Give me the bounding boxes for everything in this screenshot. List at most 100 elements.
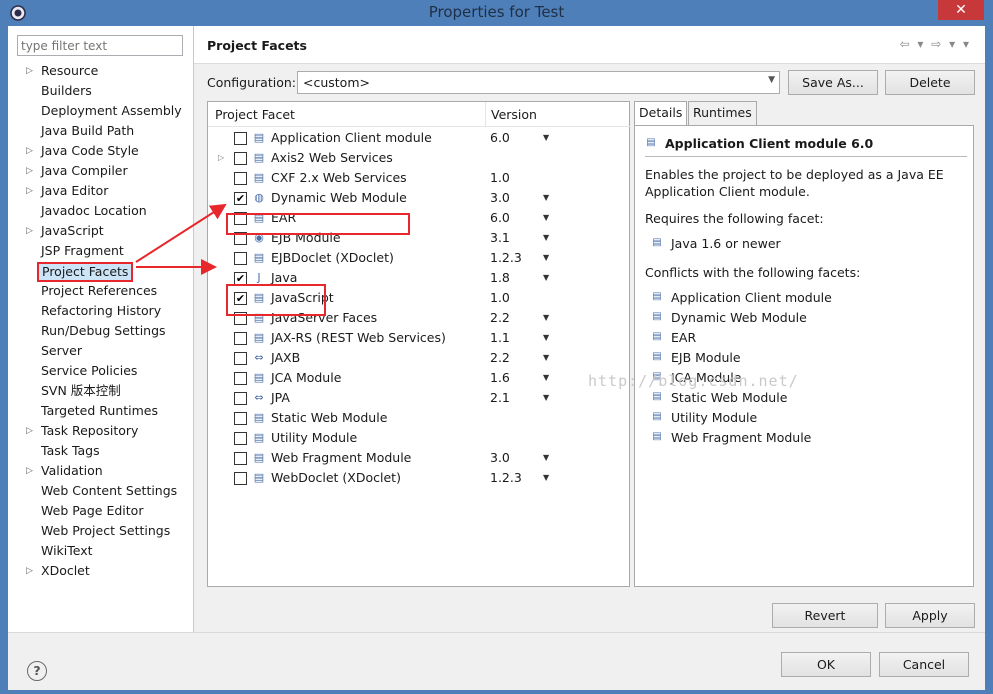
facet-version[interactable]: 1.0 [490,288,510,308]
expand-arrow-icon[interactable]: ▷ [26,141,36,161]
delete-button[interactable]: Delete [885,70,975,95]
tree-item-refactoring-history[interactable]: Refactoring History [8,301,194,321]
facet-row[interactable]: ▤ CXF 2.x Web Services 1.0 [208,168,629,188]
tree-item-xdoclet[interactable]: ▷ XDoclet [8,561,194,581]
version-dropdown-icon[interactable]: ▼ [543,248,549,268]
facet-version[interactable]: 1.6 [490,368,510,388]
facet-checkbox[interactable] [234,372,247,385]
tree-item-validation[interactable]: ▷ Validation [8,461,194,481]
facet-row[interactable]: ▤ JCA Module 1.6 ▼ [208,368,629,388]
facet-row[interactable]: ▤ Web Fragment Module 3.0 ▼ [208,448,629,468]
version-dropdown-icon[interactable]: ▼ [543,388,549,408]
configuration-select[interactable]: <custom> ▼ [297,71,780,94]
tab-runtimes[interactable]: Runtimes [688,101,757,125]
version-dropdown-icon[interactable]: ▼ [543,188,549,208]
facet-row[interactable]: ▤ EJBDoclet (XDoclet) 1.2.3 ▼ [208,248,629,268]
facet-version[interactable]: 1.2.3 [490,248,522,268]
tree-item-web-content-settings[interactable]: Web Content Settings [8,481,194,501]
facet-checkbox[interactable] [234,452,247,465]
facet-row[interactable]: ⇔ JPA 2.1 ▼ [208,388,629,408]
expand-arrow-icon[interactable]: ▷ [26,421,36,441]
facet-version[interactable]: 6.0 [490,128,510,148]
tree-item-task-repository[interactable]: ▷ Task Repository [8,421,194,441]
version-dropdown-icon[interactable]: ▼ [543,268,549,288]
tree-item-deployment-assembly[interactable]: Deployment Assembly [8,101,194,121]
version-dropdown-icon[interactable]: ▼ [543,128,549,148]
facet-checkbox[interactable] [234,392,247,405]
expand-arrow-icon[interactable]: ▷ [26,181,36,201]
tree-item-javascript[interactable]: ▷ JavaScript [8,221,194,241]
tree-item-svn[interactable]: SVN 版本控制 [8,381,194,401]
facet-row[interactable]: ✔ ◍ Dynamic Web Module 3.0 ▼ [208,188,629,208]
version-dropdown-icon[interactable]: ▼ [543,348,549,368]
facet-version[interactable]: 6.0 [490,208,510,228]
facet-row[interactable]: ⇔ JAXB 2.2 ▼ [208,348,629,368]
save-as-button[interactable]: Save As... [788,70,878,95]
facet-version[interactable]: 1.8 [490,268,510,288]
version-dropdown-icon[interactable]: ▼ [543,468,549,488]
history-nav-buttons[interactable]: ⇦ ▾ ⇨ ▾ ▾ [900,37,971,51]
version-dropdown-icon[interactable]: ▼ [543,228,549,248]
facet-row[interactable]: ▤ Application Client module 6.0 ▼ [208,128,629,148]
tree-item-web-project-settings[interactable]: Web Project Settings [8,521,194,541]
facet-version[interactable]: 3.1 [490,228,510,248]
filter-input[interactable] [18,36,182,55]
filter-field[interactable] [17,35,183,56]
help-icon[interactable]: ? [27,661,47,681]
tree-item-project-facets[interactable]: Project Facets [8,261,194,282]
expand-arrow-icon[interactable]: ▷ [26,461,36,481]
facet-row[interactable]: ▷ ▤ Axis2 Web Services [208,148,629,168]
revert-button[interactable]: Revert [772,603,878,628]
tree-item-web-page-editor[interactable]: Web Page Editor [8,501,194,521]
column-header-version[interactable]: Version [486,102,631,127]
column-header-facet[interactable]: Project Facet [208,102,486,127]
tree-item-run-debug-settings[interactable]: Run/Debug Settings [8,321,194,341]
tree-item-java-code-style[interactable]: ▷ Java Code Style [8,141,194,161]
apply-button[interactable]: Apply [885,603,975,628]
facet-checkbox[interactable] [234,412,247,425]
tree-item-java-compiler[interactable]: ▷ Java Compiler [8,161,194,181]
tab-details[interactable]: Details [634,101,688,126]
expand-arrow-icon[interactable]: ▷ [218,148,224,168]
ok-button[interactable]: OK [781,652,871,677]
facet-row[interactable]: ▤ JAX-RS (REST Web Services) 1.1 ▼ [208,328,629,348]
expand-arrow-icon[interactable]: ▷ [26,161,36,181]
version-dropdown-icon[interactable]: ▼ [543,328,549,348]
facet-version[interactable]: 1.0 [490,168,510,188]
facet-checkbox[interactable] [234,332,247,345]
facet-version[interactable]: 3.0 [490,188,510,208]
tree-item-targeted-runtimes[interactable]: Targeted Runtimes [8,401,194,421]
tree-item-builders[interactable]: Builders [8,81,194,101]
facet-checkbox[interactable] [234,472,247,485]
facet-version[interactable]: 1.1 [490,328,510,348]
facet-checkbox[interactable] [234,132,247,145]
facet-row[interactable]: ▤ Utility Module [208,428,629,448]
facet-version[interactable]: 2.1 [490,388,510,408]
expand-arrow-icon[interactable]: ▷ [26,221,36,241]
facet-checkbox[interactable] [234,252,247,265]
tree-item-javadoc-location[interactable]: Javadoc Location [8,201,194,221]
tree-item-task-tags[interactable]: Task Tags [8,441,194,461]
version-dropdown-icon[interactable]: ▼ [543,368,549,388]
facet-checkbox[interactable] [234,152,247,165]
close-button[interactable]: ✕ [938,0,984,20]
tree-item-java-editor[interactable]: ▷ Java Editor [8,181,194,201]
facet-checkbox[interactable] [234,352,247,365]
expand-arrow-icon[interactable]: ▷ [26,61,36,81]
tree-item-service-policies[interactable]: Service Policies [8,361,194,381]
facet-checkbox[interactable] [234,432,247,445]
facet-checkbox[interactable]: ✔ [234,192,247,205]
tree-item-resource[interactable]: ▷ Resource [8,61,194,81]
facet-version[interactable]: 1.2.3 [490,468,522,488]
tree-item-wikitext[interactable]: WikiText [8,541,194,561]
facet-row[interactable]: ▤ Static Web Module [208,408,629,428]
tree-item-project-references[interactable]: Project References [8,281,194,301]
facet-checkbox[interactable] [234,172,247,185]
facet-version[interactable]: 3.0 [490,448,510,468]
version-dropdown-icon[interactable]: ▼ [543,208,549,228]
tree-item-java-build-path[interactable]: Java Build Path [8,121,194,141]
tree-item-jsp-fragment[interactable]: JSP Fragment [8,241,194,261]
expand-arrow-icon[interactable]: ▷ [26,561,36,581]
cancel-button[interactable]: Cancel [879,652,969,677]
facet-version[interactable]: 2.2 [490,348,510,368]
